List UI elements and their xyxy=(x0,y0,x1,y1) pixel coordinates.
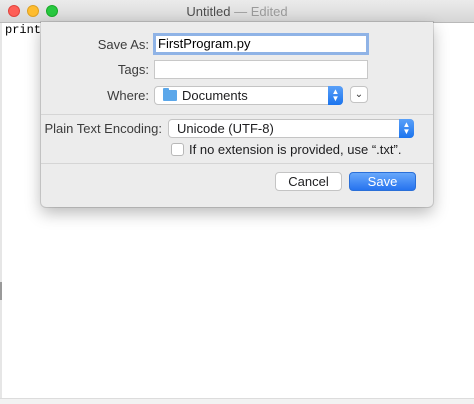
tags-label: Tags: xyxy=(117,62,149,77)
where-popup[interactable]: Documents ▲ ▼ xyxy=(154,86,343,105)
tags-field[interactable] xyxy=(154,60,368,79)
save-dialog: Save As: FirstProgram.py Tags: Where: Do… xyxy=(41,22,433,207)
encoding-label: Plain Text Encoding: xyxy=(44,121,162,136)
save-button[interactable]: Save xyxy=(349,172,416,191)
expand-browser-button[interactable]: ⌄ xyxy=(350,86,368,103)
window-left-edge-marker xyxy=(0,282,2,300)
separator-bottom xyxy=(41,163,433,164)
encoding-popup-value: Unicode (UTF-8) xyxy=(177,121,274,136)
window-left-edge xyxy=(0,23,2,403)
separator-top xyxy=(41,114,433,115)
where-popup-value: Documents xyxy=(182,88,248,103)
save-as-label: Save As: xyxy=(97,37,149,52)
chevron-down-icon: ⌄ xyxy=(354,89,364,100)
where-popup-stepper-icon: ▲ ▼ xyxy=(328,86,343,105)
save-as-field[interactable]: FirstProgram.py xyxy=(153,33,369,55)
window-title: Untitled — Edited xyxy=(0,4,474,19)
window-bottom-edge xyxy=(0,398,474,404)
window-title-edited: — Edited xyxy=(230,4,288,19)
cancel-button[interactable]: Cancel xyxy=(275,172,342,191)
title-bar: Untitled — Edited xyxy=(0,0,474,23)
encoding-popup-stepper-icon: ▲ ▼ xyxy=(399,119,414,138)
encoding-popup[interactable]: Unicode (UTF-8) ▲ ▼ xyxy=(168,119,414,138)
window-title-name: Untitled xyxy=(186,4,231,19)
folder-icon xyxy=(163,88,177,101)
txt-extension-label: If no extension is provided, use “.txt”. xyxy=(189,142,402,157)
where-label: Where: xyxy=(107,88,149,103)
txt-extension-checkbox[interactable] xyxy=(171,143,184,156)
